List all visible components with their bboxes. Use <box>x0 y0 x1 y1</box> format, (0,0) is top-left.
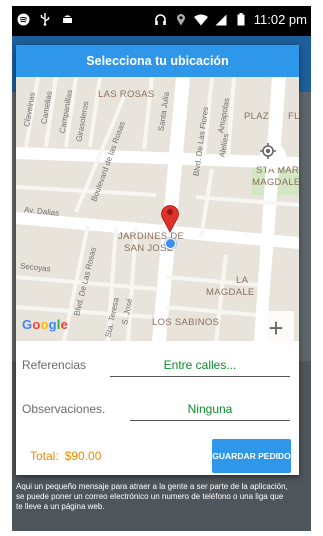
save-order-button[interactable]: GUARDAR PEDIDO <box>212 439 291 473</box>
my-location-button[interactable] <box>260 143 286 169</box>
footer-message: Aqui un pequeño mensaje para atraer a la… <box>16 482 288 511</box>
map-view[interactable]: LAS ROSAS PLAZ FL STA MAR MAGDALE JARDIN… <box>16 77 299 341</box>
location-dialog: Selecciona tu ubicación LAS ROSAS PLAZ F… <box>16 45 299 475</box>
status-bar: 11:02 pm <box>12 6 311 36</box>
usb-icon <box>38 12 52 26</box>
zoom-controls: + − <box>258 311 294 341</box>
current-location-dot-icon <box>165 238 176 249</box>
map-area-label: MAGDALE <box>206 287 255 298</box>
zoom-in-button[interactable]: + <box>258 311 294 341</box>
status-left-icons <box>16 12 74 26</box>
total-label: Total: <box>30 449 59 463</box>
spotify-icon <box>16 12 30 26</box>
total-row: Total: $90.00 GUARDAR PEDIDO <box>16 439 299 473</box>
map-area-label: FL <box>288 111 299 122</box>
signal-icon <box>214 13 228 27</box>
referencias-label: Referencias <box>22 358 87 372</box>
observaciones-row: Observaciones. Ninguna <box>16 397 299 423</box>
map-area-label: PLAZ <box>244 111 269 122</box>
total-amount: $90.00 <box>64 449 102 463</box>
dialog-title: Selecciona tu ubicación <box>16 45 299 77</box>
status-right-icons: 11:02 pm <box>154 12 307 27</box>
map-area-label: LOS SABINOS <box>152 317 220 328</box>
headphones-icon <box>154 13 168 27</box>
referencias-input[interactable]: Entre calles... <box>110 353 290 377</box>
referencias-row: Referencias Entre calles... <box>16 353 299 379</box>
map-area-label: LA <box>236 275 249 286</box>
status-time: 11:02 pm <box>253 12 307 27</box>
battery-icon <box>234 13 248 27</box>
observaciones-label: Observaciones. <box>22 402 106 416</box>
location-icon <box>174 13 188 27</box>
google-logo: Google <box>22 317 69 332</box>
phone-frame: 11:02 pm Selecciona tu ubicación LAS ROS… <box>0 0 323 536</box>
android-icon <box>60 12 74 26</box>
map-area-label: MAGDALE <box>252 177 299 188</box>
crosshair-icon <box>260 143 276 159</box>
total-text: Total: $90.00 <box>30 449 101 463</box>
wifi-icon <box>193 13 208 27</box>
observaciones-input[interactable]: Ninguna <box>130 397 290 421</box>
order-form: Referencias Entre calles... Observacione… <box>16 341 299 475</box>
map-area-label: LAS ROSAS <box>98 89 155 100</box>
